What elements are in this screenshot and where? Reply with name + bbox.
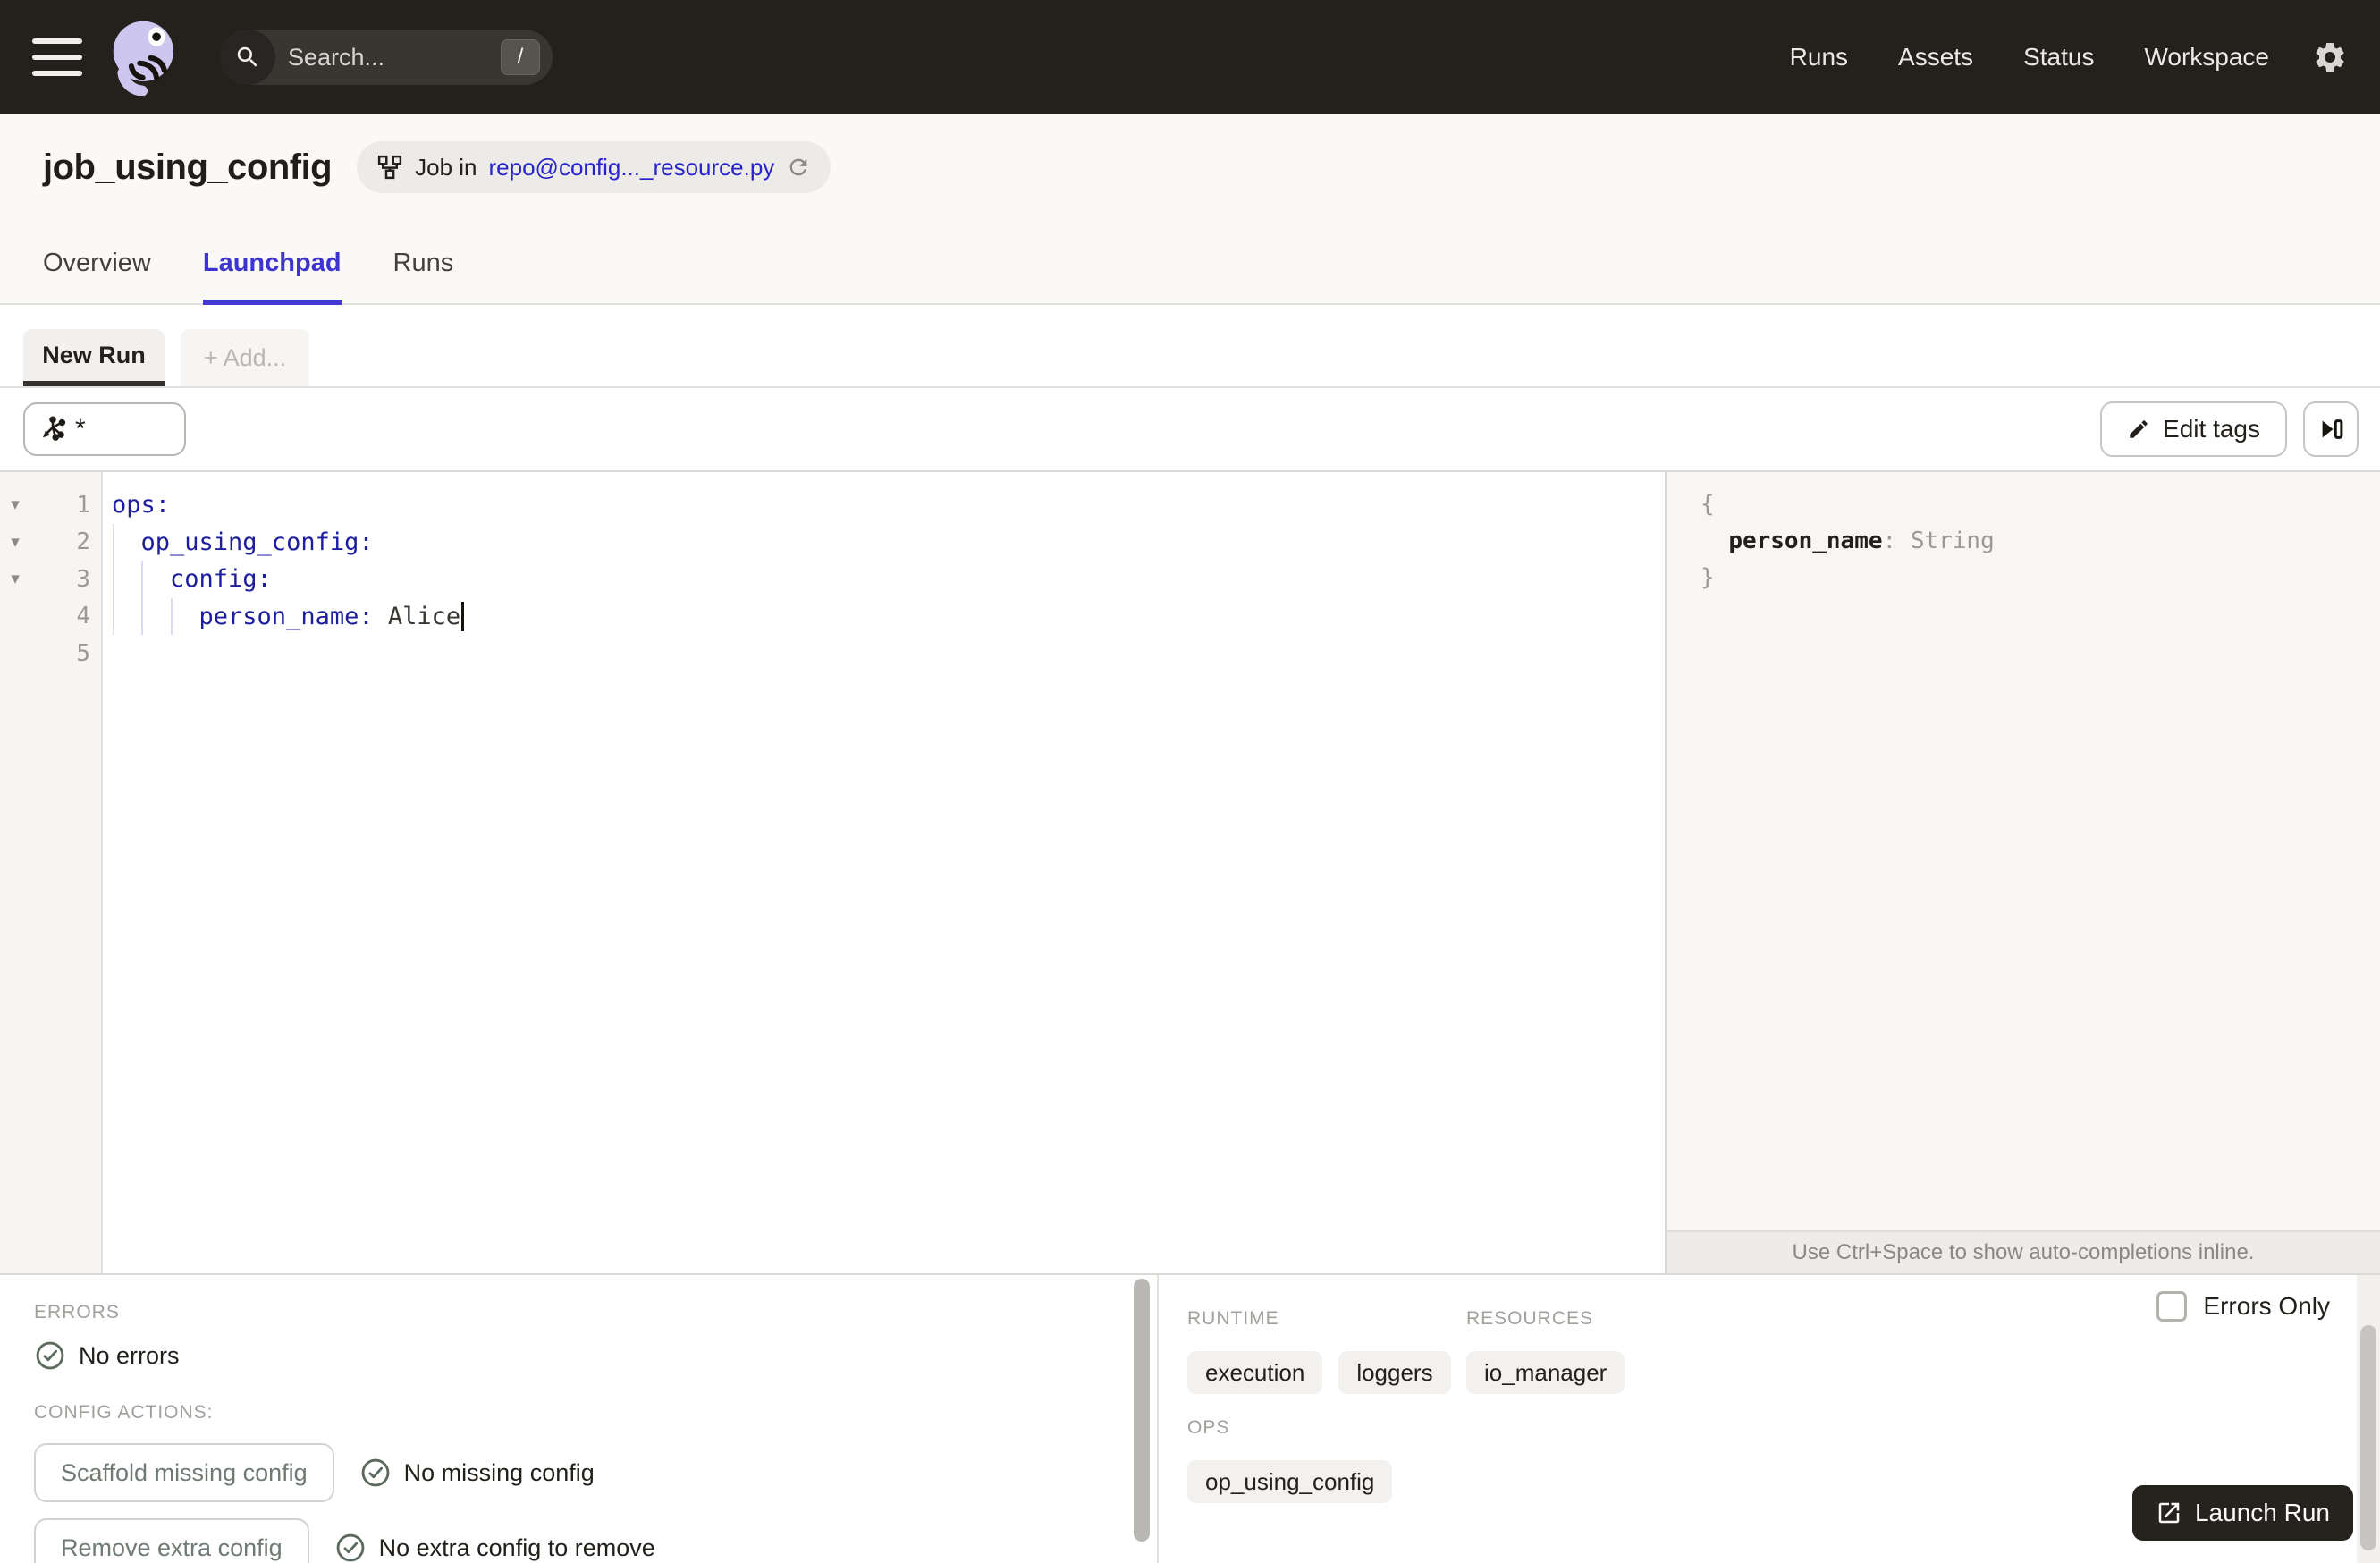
errors-only-toggle[interactable]: Errors Only [2156, 1291, 2330, 1322]
line-number: 4 [76, 603, 90, 630]
no-extra-config-status: No extra config to remove [334, 1532, 655, 1563]
code-line: ops: [112, 491, 171, 520]
line-number: 3 [76, 565, 90, 593]
op-selector-input[interactable]: * [23, 402, 186, 456]
errors-only-label: Errors Only [2203, 1292, 2330, 1320]
line-number: 2 [76, 528, 90, 556]
tab-overview[interactable]: Overview [43, 249, 151, 305]
check-circle-icon [36, 1341, 64, 1370]
errors-only-checkbox[interactable] [2156, 1291, 2188, 1322]
search-shortcut-key: / [501, 39, 540, 75]
fold-arrow-icon[interactable]: ▾ [0, 494, 30, 515]
summary-panel-scrollbar[interactable] [2357, 1275, 2380, 1563]
nav-assets[interactable]: Assets [1898, 43, 1973, 72]
reload-repo-icon[interactable] [786, 155, 811, 180]
expand-panel-button[interactable] [2303, 401, 2359, 457]
launchpad-toolbar: * Edit tags [0, 388, 2380, 472]
job-icon [378, 155, 402, 180]
edit-tags-button[interactable]: Edit tags [2100, 401, 2287, 457]
resources-heading: RESOURCES [1466, 1308, 1594, 1329]
remove-extra-config-button[interactable]: Remove extra config [34, 1518, 309, 1563]
run-config-tab-new-run[interactable]: New Run [23, 329, 165, 386]
op-selector-value: * [75, 414, 86, 444]
launch-run-button[interactable]: Launch Run [2131, 1485, 2353, 1541]
edit-tags-label: Edit tags [2163, 415, 2260, 443]
settings-gear-icon[interactable] [2312, 39, 2348, 75]
fold-arrow-icon[interactable]: ▾ [0, 569, 30, 589]
line-number: 5 [76, 639, 90, 667]
search-icon [220, 30, 275, 85]
schema-close-brace: } [1701, 564, 1715, 591]
nav-workspace[interactable]: Workspace [2144, 43, 2269, 72]
errors-panel: ERRORS No errors CONFIG ACTIONS: Scaffol… [0, 1275, 1159, 1563]
check-circle-icon [336, 1533, 365, 1562]
ops-heading: OPS [1187, 1417, 1230, 1438]
no-errors-status: No errors [34, 1339, 1157, 1372]
run-config-tab-add[interactable]: + Add... [181, 329, 309, 386]
repo-link[interactable]: repo@config..._resource.py [489, 154, 775, 182]
launch-icon [2158, 1502, 2180, 1524]
no-missing-config-status: No missing config [359, 1457, 595, 1489]
navbar-links: Runs Assets Status Workspace [1790, 43, 2269, 72]
bottom-panels: ERRORS No errors CONFIG ACTIONS: Scaffol… [0, 1273, 2380, 1563]
run-config-tabs: New Run + Add... [0, 305, 2380, 388]
resources-tag[interactable]: io_manager [1466, 1351, 1625, 1394]
config-schema-panel: { person_name: String } Use Ctrl+Space t… [1665, 472, 2380, 1273]
launchpad-main: ▾ 1 ▾ 2 ▾ 3 4 5 ops: op_using_config: confi… [0, 472, 2380, 1273]
errors-heading: ERRORS [34, 1302, 120, 1322]
job-origin-badge: Job in repo@config..._resource.py [357, 141, 831, 193]
tab-launchpad[interactable]: Launchpad [202, 249, 342, 305]
schema-entry: person_name: String [1728, 528, 1995, 554]
top-navbar: / Runs Assets Status Workspace [0, 0, 2380, 114]
nav-status[interactable]: Status [2023, 43, 2094, 72]
runtime-heading: RUNTIME [1187, 1308, 1279, 1329]
tab-runs[interactable]: Runs [393, 249, 454, 305]
code-line: op_using_config: [103, 523, 1665, 561]
badge-prefix: Job in [415, 153, 477, 181]
editor-code-area[interactable]: ops: op_using_config: config: person_nam… [103, 472, 1665, 1273]
code-line: person_name: Alice [103, 597, 1665, 635]
code-line: config: [103, 561, 1665, 598]
page-tabs: Overview Launchpad Runs [43, 220, 2337, 305]
runtime-tag[interactable]: execution [1187, 1351, 1323, 1394]
ops-tag[interactable]: op_using_config [1187, 1460, 1393, 1503]
dagster-logo-icon[interactable] [107, 19, 184, 96]
editor-gutter: ▾ 1 ▾ 2 ▾ 3 4 5 [0, 472, 103, 1273]
config-editor[interactable]: ▾ 1 ▾ 2 ▾ 3 4 5 ops: op_using_config: confi… [0, 472, 1665, 1273]
open-panel-icon [2322, 419, 2343, 439]
global-search[interactable]: / [220, 30, 553, 85]
config-actions-heading: CONFIG ACTIONS: [34, 1402, 214, 1423]
errors-panel-scrollbar[interactable] [1134, 1279, 1152, 1560]
check-circle-icon [361, 1458, 390, 1487]
text-cursor [461, 601, 465, 631]
launch-run-label: Launch Run [2194, 1499, 2330, 1526]
scaffold-missing-config-button[interactable]: Scaffold missing config [34, 1443, 334, 1502]
schema-open-brace: { [1701, 491, 1715, 518]
search-input[interactable] [288, 43, 440, 72]
page-title: job_using_config [43, 147, 333, 187]
runtime-tag[interactable]: loggers [1338, 1351, 1451, 1394]
op-graph-icon [43, 416, 66, 441]
page-header: job_using_config Job in repo@config..._r… [0, 114, 2380, 305]
pencil-icon [2130, 420, 2148, 438]
autocomplete-hint: Use Ctrl+Space to show auto-completions … [1667, 1230, 2380, 1273]
nav-runs[interactable]: Runs [1790, 43, 1848, 72]
fold-arrow-icon[interactable]: ▾ [0, 532, 30, 553]
line-number: 1 [76, 491, 90, 519]
run-summary-panel: RUNTIME execution loggers OPS op_using_c… [1159, 1275, 2380, 1563]
hamburger-menu-icon[interactable] [32, 38, 82, 76]
